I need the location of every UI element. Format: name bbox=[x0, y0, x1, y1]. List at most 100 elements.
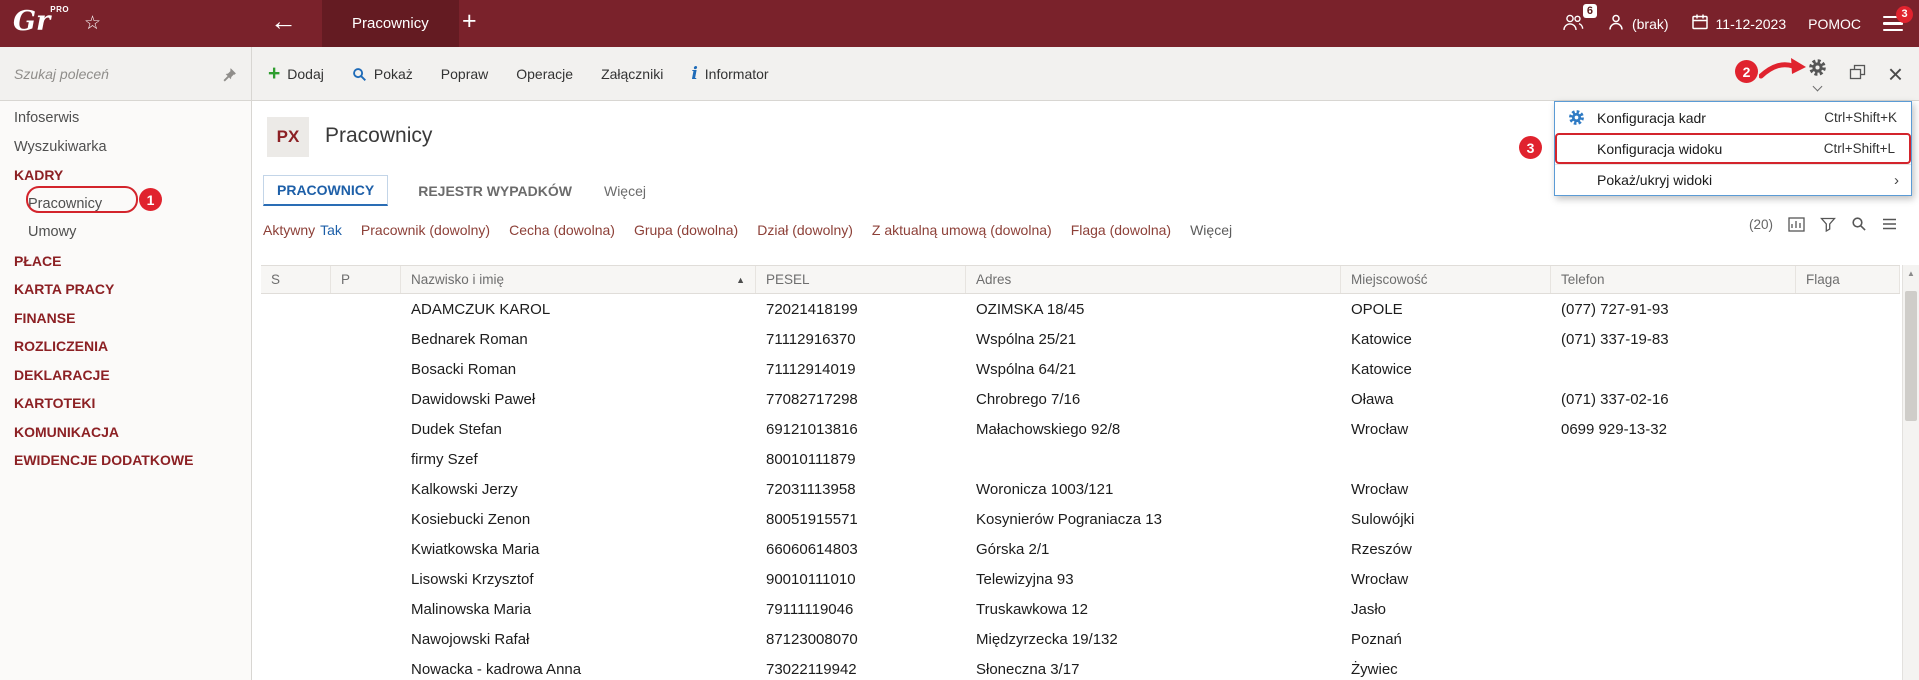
list-view-icon[interactable] bbox=[1882, 218, 1897, 230]
menu-item-konfiguracja-kadr[interactable]: Konfiguracja kadr Ctrl+Shift+K bbox=[1555, 102, 1911, 133]
column-header-s[interactable]: S bbox=[261, 266, 331, 293]
filter-aktywny[interactable]: Aktywny Tak bbox=[263, 222, 342, 238]
sidebar-item-infoserwis[interactable]: Infoserwis bbox=[0, 104, 251, 133]
filters-more-button[interactable]: Więcej bbox=[1190, 222, 1232, 238]
view-tabs: PRACOWNICY REJESTR WYPADKÓW Więcej bbox=[263, 175, 648, 206]
sidebar-item-label: Infoserwis bbox=[14, 110, 80, 127]
sidebar-item-finanse[interactable]: FINANSE bbox=[0, 304, 251, 333]
vertical-scrollbar[interactable]: ▲ bbox=[1902, 265, 1919, 680]
close-button[interactable]: × bbox=[1888, 61, 1903, 87]
config-dropdown-menu: Konfiguracja kadr Ctrl+Shift+K Konfiguracj… bbox=[1554, 101, 1912, 196]
windows-cascade-button[interactable] bbox=[1849, 64, 1866, 85]
filter-grupa-dowolna[interactable]: Grupa (dowolna) bbox=[634, 222, 738, 238]
cell-name: Bosacki Roman bbox=[411, 360, 517, 378]
annotation-step-2: 2 bbox=[1735, 60, 1758, 83]
date-button[interactable]: 11-12-2023 bbox=[1691, 13, 1786, 34]
magnifier-icon bbox=[352, 67, 367, 82]
back-arrow-button[interactable]: ← bbox=[270, 6, 297, 37]
menu-item-label: Konfiguracja widoku bbox=[1597, 140, 1723, 157]
filter-label: Z aktualną umową (dowolna) bbox=[871, 222, 1052, 238]
menu-item-konfiguracja-widoku[interactable]: Konfiguracja widoku Ctrl+Shift+L bbox=[1555, 133, 1911, 164]
sidebar-item-komunikacja[interactable]: KOMUNIKACJA bbox=[0, 418, 251, 447]
table-row[interactable]: Dawidowski Paweł 77082717298 Chrobrego 7/1… bbox=[261, 384, 1900, 414]
table-row[interactable]: Lisowski Krzysztof 90010111010 Telewizyjna… bbox=[261, 564, 1900, 594]
search-icon[interactable] bbox=[1851, 216, 1867, 232]
toolbar-button-dodaj[interactable]: + Dodaj bbox=[258, 58, 334, 90]
cell-empty bbox=[1796, 384, 1900, 414]
table-row[interactable]: Kwiatkowska Maria 66060614803 Górska 2/1 Rz… bbox=[261, 534, 1900, 564]
filter-funnel-icon[interactable] bbox=[1820, 217, 1836, 232]
pin-icon[interactable] bbox=[222, 67, 237, 82]
tab-pracownicy[interactable]: PRACOWNICY bbox=[263, 175, 389, 206]
cell-empty bbox=[331, 624, 401, 654]
table-row[interactable]: Dudek Stefan 69121013816 Małachowskiego 92… bbox=[261, 414, 1900, 444]
tab-rejestr-wypadkow[interactable]: REJESTR WYPADKÓW bbox=[416, 177, 574, 205]
table-row[interactable]: Malinowska Maria 79111119046 Truskawkowa 1… bbox=[261, 594, 1900, 624]
filter-value: Tak bbox=[320, 222, 342, 238]
tab-wiecej[interactable]: Więcej bbox=[602, 177, 648, 205]
column-header-miejscowosc[interactable]: Miejscowość bbox=[1341, 266, 1551, 293]
current-user-button[interactable]: (brak) bbox=[1607, 13, 1669, 34]
sidebar-item-karta-pracy[interactable]: KARTA PRACY bbox=[0, 275, 251, 304]
tab-pracownicy[interactable]: Pracownicy bbox=[322, 0, 459, 47]
scroll-up-arrow-icon[interactable]: ▲ bbox=[1903, 265, 1919, 281]
table-row[interactable]: Bednarek Roman 71112916370 Wspólna 25/21 Ka… bbox=[261, 324, 1900, 354]
cell-telefon: 0699 929-13-32 bbox=[1561, 420, 1667, 438]
menu-item-pokaz-ukryj-widoki[interactable]: Pokaż/ukryj widoki › bbox=[1555, 164, 1911, 195]
sidebar-item-wyszukiwarka[interactable]: Wyszukiwarka bbox=[0, 133, 251, 162]
cell-empty bbox=[261, 654, 331, 680]
command-search[interactable] bbox=[0, 47, 252, 101]
sidebar-item-place[interactable]: PŁACE bbox=[0, 247, 251, 276]
cell-telefon bbox=[1551, 564, 1796, 594]
table-row[interactable]: firmy Szef 80010111879 bbox=[261, 444, 1900, 474]
filter-cecha-dowolna[interactable]: Cecha (dowolna) bbox=[509, 222, 615, 238]
cell-telefon bbox=[1551, 594, 1796, 624]
main-menu-button[interactable]: 3 bbox=[1883, 5, 1913, 32]
cell-empty bbox=[1796, 444, 1900, 474]
new-tab-button[interactable]: + bbox=[462, 7, 477, 36]
filter-label: Dział (dowolny) bbox=[757, 222, 853, 238]
filter-z-aktualna-umowa-dowolna[interactable]: Z aktualną umową (dowolna) bbox=[872, 222, 1052, 238]
sidebar-item-umowy[interactable]: Umowy bbox=[0, 218, 251, 247]
sidebar-item-label: ROZLICZENIA bbox=[14, 338, 109, 355]
sidebar-item-rozliczenia[interactable]: ROZLICZENIA bbox=[0, 332, 251, 361]
cell-miejscowosc: Poznań bbox=[1351, 630, 1402, 648]
column-header-p[interactable]: P bbox=[331, 266, 401, 293]
table-row[interactable]: Nowacka - kadrowa Anna 73022119942 Słonecz… bbox=[261, 654, 1900, 680]
filter-dzial-dowolny[interactable]: Dział (dowolny) bbox=[757, 222, 853, 238]
command-search-input[interactable] bbox=[14, 66, 222, 82]
column-header-pesel[interactable]: PESEL bbox=[756, 266, 966, 293]
sidebar-item-ewidencje-dodatkowe[interactable]: EWIDENCJE DODATKOWE bbox=[0, 446, 251, 475]
table-row[interactable]: Bosacki Roman 71112914019 Wspólna 64/21 Kat… bbox=[261, 354, 1900, 384]
table-row[interactable]: Nawojowski Rafał 87123008070 Międzyrzecka … bbox=[261, 624, 1900, 654]
filter-pracownik-dowolny[interactable]: Pracownik (dowolny) bbox=[361, 222, 490, 238]
column-header-nazwisko-i-imie[interactable]: Nazwisko i imię ▲ bbox=[401, 266, 756, 293]
chart-icon[interactable] bbox=[1788, 216, 1805, 232]
sidebar-item-deklaracje[interactable]: DEKLARACJE bbox=[0, 361, 251, 390]
scrollbar-thumb[interactable] bbox=[1905, 291, 1917, 421]
table-row[interactable]: Kosiebucki Zenon 80051915571 Kosynierów Po… bbox=[261, 504, 1900, 534]
cell-name: Kwiatkowska Maria bbox=[411, 540, 540, 558]
toolbar-button-zalaczniki[interactable]: Załączniki bbox=[591, 58, 673, 90]
cell-pesel: 66060614803 bbox=[766, 540, 858, 558]
filter-label: Cecha (dowolna) bbox=[509, 222, 615, 238]
table-row[interactable]: Kalkowski Jerzy 72031113958 Woronicza 1003… bbox=[261, 474, 1900, 504]
sidebar-item-kartoteki[interactable]: KARTOTEKI bbox=[0, 389, 251, 418]
column-header-telefon[interactable]: Telefon bbox=[1551, 266, 1796, 293]
toolbar-button-operacje[interactable]: Operacje bbox=[506, 58, 583, 90]
help-button[interactable]: POMOC bbox=[1808, 16, 1861, 32]
app-logo[interactable]: GrPRO bbox=[13, 5, 69, 37]
cell-empty bbox=[331, 294, 401, 324]
filter-flaga-dowolna[interactable]: Flaga (dowolna) bbox=[1071, 222, 1171, 238]
toolbar-button-informator[interactable]: i Informator bbox=[681, 58, 778, 90]
cell-telefon: (071) 337-19-83 bbox=[1561, 330, 1669, 348]
current-user-label: (brak) bbox=[1631, 15, 1669, 32]
toolbar-button-popraw[interactable]: Popraw bbox=[431, 58, 498, 90]
toolbar-button-pokaz[interactable]: Pokaż bbox=[342, 58, 423, 90]
table-row[interactable]: ADAMCZUK KAROL 72021418199 OZIMSKA 18/45 OP… bbox=[261, 294, 1900, 324]
favorites-star-icon[interactable]: ☆ bbox=[84, 12, 101, 35]
column-header-flaga[interactable]: Flaga bbox=[1796, 266, 1900, 293]
sessions-button[interactable]: 6 bbox=[1561, 3, 1597, 35]
sidebar-item-label: KARTA PRACY bbox=[14, 281, 115, 298]
column-header-adres[interactable]: Adres bbox=[966, 266, 1341, 293]
